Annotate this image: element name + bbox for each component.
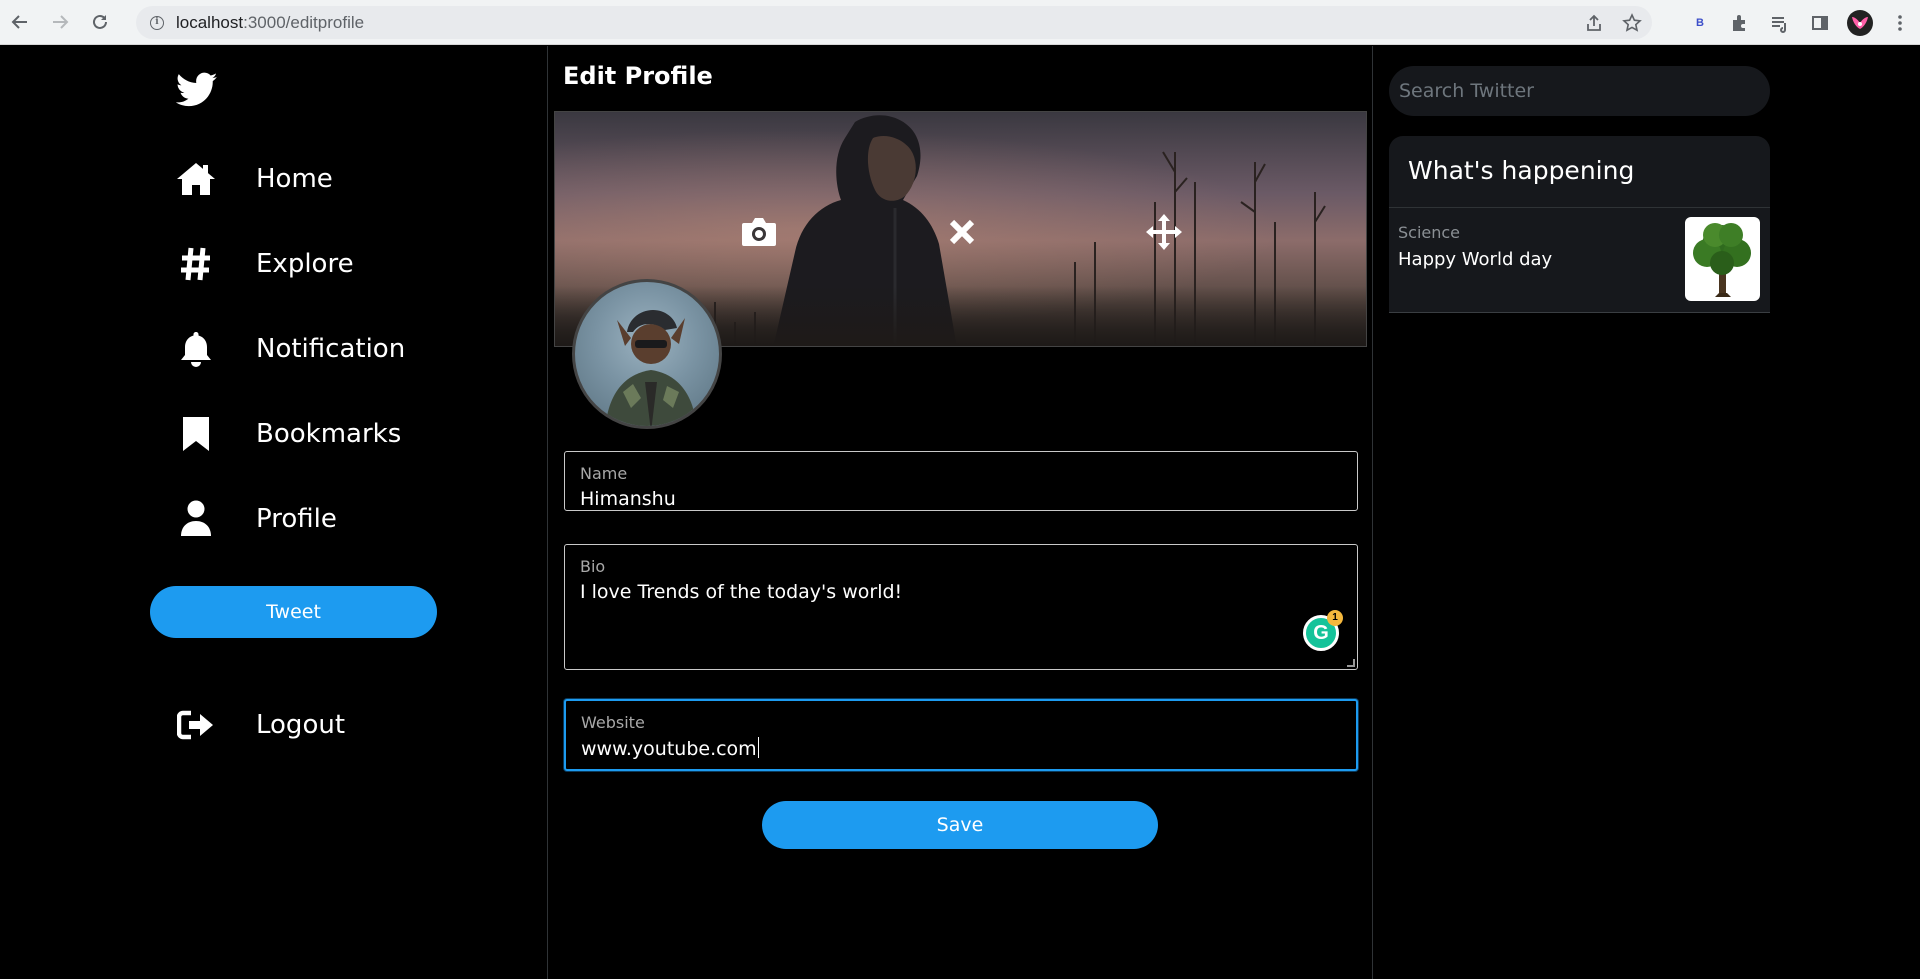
browser-toolbar: i localhost:3000/editprofile B: [0, 0, 1920, 45]
sidebar-item-label: Logout: [256, 710, 346, 740]
arrow-right-icon: [53, 15, 69, 29]
text-caret: [757, 737, 759, 758]
resize-handle[interactable]: [1347, 659, 1355, 667]
grammarly-badge: 1: [1327, 610, 1343, 626]
reload-icon: [93, 14, 107, 29]
sidebar-item-label: Home: [256, 164, 333, 194]
sidebar-item-explore[interactable]: Explore: [176, 244, 354, 284]
move-icon[interactable]: [1144, 212, 1184, 252]
side-panel-button[interactable]: [1800, 0, 1840, 45]
divider: [1389, 312, 1770, 313]
hashtag-icon: [176, 244, 216, 284]
right-column: Search Twitter What's happening Science …: [1373, 46, 1920, 979]
address-bar[interactable]: i localhost:3000/editprofile: [136, 6, 1652, 39]
extension-button[interactable]: B: [1680, 0, 1720, 45]
tweet-button[interactable]: Tweet: [150, 586, 437, 638]
extension-badge: B: [1696, 16, 1704, 29]
sidebar-item-label: Notification: [256, 334, 406, 364]
forward-button[interactable]: [40, 0, 80, 45]
user-icon: [176, 499, 216, 539]
side-panel-icon: [1812, 15, 1828, 30]
sidebar-item-logout[interactable]: Logout: [176, 705, 345, 745]
trend-title: Happy World day: [1398, 249, 1553, 270]
search-placeholder: Search Twitter: [1399, 80, 1534, 102]
app-root: Home Explore Notification Bookmarks Prof: [0, 46, 1920, 979]
trend-category: Science: [1398, 223, 1461, 242]
search-input[interactable]: Search Twitter: [1389, 66, 1770, 116]
page-title: Edit Profile: [563, 62, 713, 90]
playlist-icon: [1772, 16, 1786, 33]
media-button[interactable]: [1760, 0, 1800, 45]
sidebar-item-bookmarks[interactable]: Bookmarks: [176, 414, 401, 454]
trend-tree-image: [1685, 217, 1760, 301]
twitter-logo-icon[interactable]: [175, 72, 218, 108]
browser-menu-button[interactable]: [1880, 0, 1920, 45]
sidebar-item-profile[interactable]: Profile: [176, 499, 337, 539]
grammarly-icon[interactable]: G 1: [1303, 610, 1343, 651]
reload-button[interactable]: [80, 0, 120, 45]
share-icon[interactable]: [1584, 13, 1604, 33]
bio-field[interactable]: Bio I love Trends of the today's world! …: [564, 544, 1358, 670]
extensions-button[interactable]: [1720, 0, 1760, 45]
name-input[interactable]: Himanshu: [580, 488, 676, 510]
sidebar-item-label: Profile: [256, 504, 337, 534]
whats-happening-panel: What's happening Science Happy World day: [1389, 136, 1770, 313]
sidebar-item-label: Bookmarks: [256, 419, 402, 449]
arrow-left-icon: [11, 15, 27, 29]
website-label: Website: [581, 713, 645, 732]
panel-title: What's happening: [1408, 156, 1635, 185]
website-input[interactable]: www.youtube.com: [581, 737, 759, 760]
camera-icon[interactable]: [739, 212, 779, 252]
puzzle-icon: [1733, 14, 1745, 31]
sidebar-item-label: Explore: [256, 249, 354, 279]
site-info-icon[interactable]: i: [150, 15, 164, 30]
logout-icon: [176, 705, 216, 745]
bookmark-icon: [176, 414, 216, 454]
close-icon[interactable]: [942, 212, 982, 252]
bell-icon: [176, 329, 216, 369]
profile-button[interactable]: [1840, 0, 1880, 45]
name-field[interactable]: Name Himanshu: [564, 451, 1358, 511]
bio-textarea[interactable]: I love Trends of the today's world!: [580, 581, 902, 603]
url-text: localhost:3000/editprofile: [176, 12, 365, 32]
home-icon: [176, 159, 216, 199]
browser-avatar: [1847, 9, 1873, 36]
name-label: Name: [580, 464, 628, 483]
star-icon[interactable]: [1622, 12, 1642, 33]
main-column: Edit Profile Name Himanshu Bio I love Tr…: [548, 46, 1373, 979]
profile-avatar[interactable]: [572, 279, 722, 429]
back-button[interactable]: [0, 0, 40, 45]
sidebar-item-home[interactable]: Home: [176, 159, 333, 199]
sidebar: Home Explore Notification Bookmarks Prof: [0, 46, 548, 979]
save-button[interactable]: Save: [762, 801, 1158, 849]
website-field[interactable]: Website www.youtube.com: [564, 699, 1358, 771]
divider: [1389, 207, 1770, 208]
kebab-menu-icon: [1898, 14, 1902, 31]
bio-label: Bio: [580, 557, 606, 576]
sidebar-item-notification[interactable]: Notification: [176, 329, 405, 369]
